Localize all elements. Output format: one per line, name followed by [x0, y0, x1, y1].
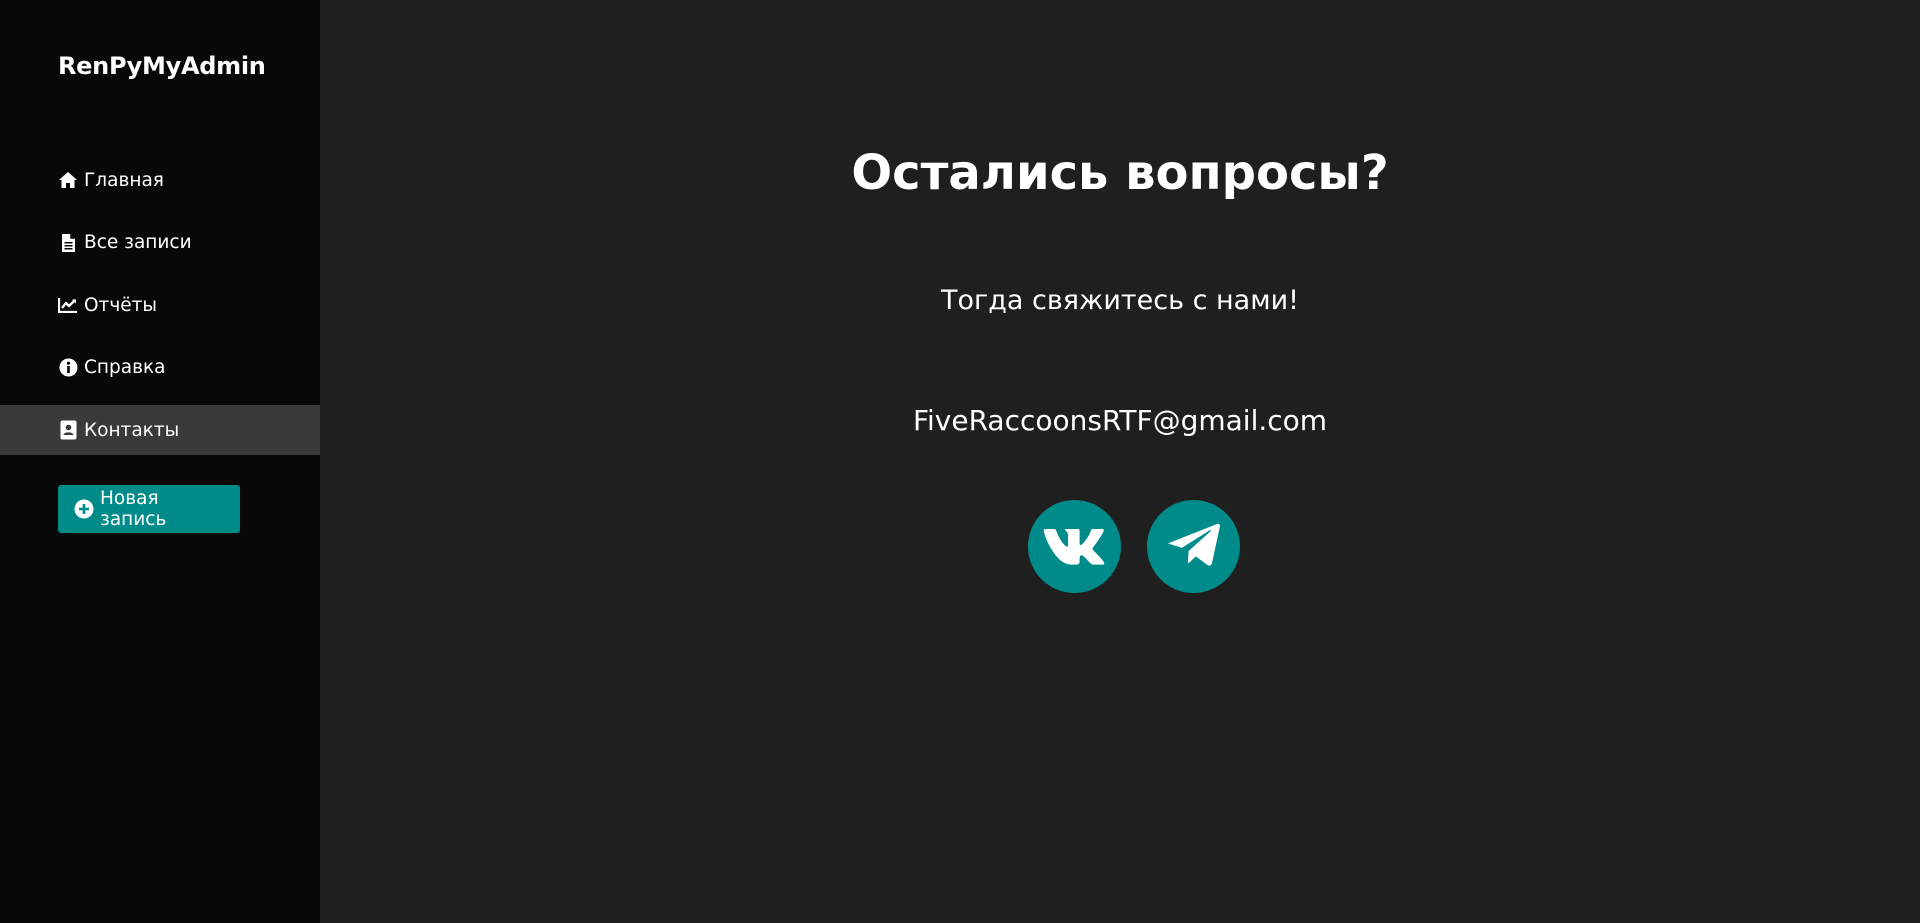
sidebar-item-label: Справка [84, 357, 166, 378]
social-links [1028, 500, 1240, 593]
sidebar: RenPyMyAdmin Главная Все записи Отчёты С… [0, 0, 320, 923]
sidebar-item-label: Главная [84, 169, 164, 191]
file-icon [58, 233, 78, 253]
home-icon [58, 170, 78, 190]
new-record-label: Новая запись [100, 488, 167, 530]
telegram-icon [1167, 522, 1221, 572]
sidebar-item-home[interactable]: Главная [0, 155, 320, 205]
plus-circle-icon [74, 499, 94, 519]
sidebar-item-all-records[interactable]: Все записи [0, 218, 320, 268]
page-title: Остались вопросы? [851, 145, 1389, 201]
sidebar-item-label: Контакты [84, 419, 180, 441]
new-record-button[interactable]: Новая запись [58, 485, 240, 533]
contact-email[interactable]: FiveRaccoonsRTF@gmail.com [320, 404, 1920, 437]
sidebar-item-help[interactable]: Справка [0, 343, 320, 393]
telegram-link-button[interactable] [1147, 500, 1240, 593]
brand-logo-text[interactable]: RenPyMyAdmin [58, 52, 266, 80]
vk-icon [1042, 525, 1108, 569]
chart-line-icon [58, 295, 78, 315]
sidebar-item-label: Отчёты [84, 294, 158, 316]
sidebar-item-contacts[interactable]: Контакты [0, 405, 320, 455]
main-content: Остались вопросы? Тогда свяжитесь с нами… [320, 0, 1920, 923]
sidebar-item-reports[interactable]: Отчёты [0, 280, 320, 330]
info-circle-icon [58, 358, 78, 378]
app-root: RenPyMyAdmin Главная Все записи Отчёты С… [0, 0, 1920, 923]
contact-subtitle: Тогда свяжитесь с нами! [941, 285, 1299, 316]
sidebar-item-label: Все записи [84, 232, 192, 253]
address-card-icon [58, 420, 78, 440]
sidebar-nav: Главная Все записи Отчёты Справка Контак… [0, 155, 320, 468]
vk-link-button[interactable] [1028, 500, 1121, 593]
